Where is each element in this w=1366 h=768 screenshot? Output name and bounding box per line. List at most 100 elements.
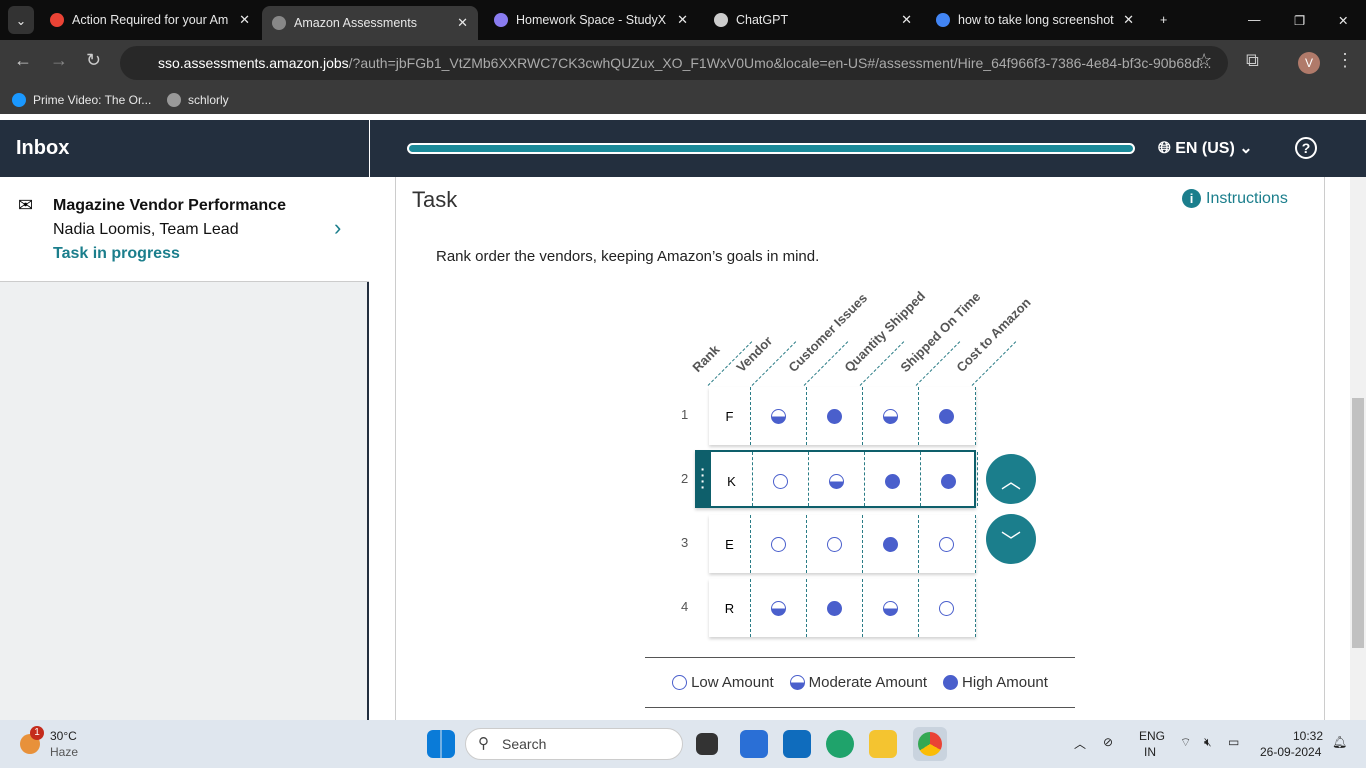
- info-icon: i: [1182, 189, 1201, 208]
- tab-title: how to take long screenshot: [958, 13, 1114, 27]
- outlook-icon[interactable]: [783, 730, 811, 758]
- inbox-item-title: Magazine Vendor Performance: [53, 197, 286, 214]
- rating-cell: [750, 579, 806, 637]
- moderate-amount-icon: [770, 408, 786, 424]
- tab-title: Action Required for your Am: [72, 13, 229, 27]
- vendor-name: R: [724, 600, 735, 616]
- taskbar-search[interactable]: ⚲ Search: [465, 728, 683, 760]
- vendor-name: F: [725, 408, 734, 424]
- help-button[interactable]: ?: [1295, 137, 1317, 159]
- weather-temp[interactable]: 30°C: [50, 729, 77, 743]
- legend-label: Moderate Amount: [808, 674, 928, 691]
- extensions-icon[interactable]: ⧉: [1246, 50, 1259, 71]
- windows-taskbar: 1 30°C Haze ⚲ Search ︿ ⊘ ENG IN ⌔ 🔇︎ ▭ 10…: [0, 720, 1366, 768]
- chatgpt-icon: [714, 13, 728, 27]
- bookmark-schlorly[interactable]: schlorly: [188, 93, 229, 107]
- assessment-header: 🌐︎ EN (US) ⌄ ?: [370, 120, 1366, 177]
- clock-time[interactable]: 10:32: [1293, 729, 1323, 743]
- file-explorer-icon[interactable]: [869, 730, 897, 758]
- moderate-amount-icon: [882, 408, 898, 424]
- windows-start-icon[interactable]: [427, 730, 455, 758]
- instructions-link[interactable]: i Instructions: [1182, 189, 1288, 208]
- prime-video-icon: [12, 93, 26, 107]
- browser-tab-bar: ⌄ Action Required for your Am ✕ Amazon Ass…: [0, 0, 1366, 40]
- input-region: IN: [1144, 745, 1156, 759]
- menu-icon[interactable]: ⋮: [1336, 50, 1354, 71]
- vendor-row[interactable]: E: [709, 515, 976, 573]
- inbox-item[interactable]: ✉ Magazine Vendor Performance Nadia Loom…: [0, 177, 369, 282]
- low-amount-icon: [770, 536, 786, 552]
- forward-icon[interactable]: →: [50, 50, 68, 71]
- new-tab-button[interactable]: +: [1150, 6, 1177, 34]
- rating-cell: [752, 452, 808, 510]
- envelope-icon: ✉: [18, 195, 34, 215]
- clock-date: 26-09-2024: [1260, 745, 1322, 759]
- edge-icon[interactable]: [826, 730, 854, 758]
- scrollbar-thumb[interactable]: [1352, 398, 1364, 648]
- close-tab-icon[interactable]: ✕: [901, 12, 912, 28]
- rating-cell: [862, 387, 918, 445]
- input-language[interactable]: ENG: [1139, 729, 1165, 743]
- wifi-icon[interactable]: ⌔: [1180, 735, 1191, 750]
- network-error-icon[interactable]: ⊘: [1103, 735, 1113, 749]
- low-amount-icon: [772, 473, 788, 489]
- rating-cell: [750, 387, 806, 445]
- tab-search-button[interactable]: ⌄: [8, 6, 34, 34]
- bookmark-prime-video[interactable]: Prime Video: The Or...: [33, 93, 151, 107]
- move-down-button[interactable]: ﹀: [986, 514, 1036, 564]
- browser-tab[interactable]: how to take long screenshot ✕: [926, 6, 1144, 34]
- high-amount-icon: [882, 536, 898, 552]
- rating-cell: [918, 387, 974, 445]
- move-up-button[interactable]: ︿: [986, 454, 1036, 504]
- low-amount-icon: [672, 675, 688, 690]
- vendor-name: K: [727, 473, 736, 489]
- url-host: sso.assessments.amazon.jobs: [158, 55, 349, 71]
- moderate-amount-icon: [882, 600, 898, 616]
- browser-tab[interactable]: Homework Space - StudyX ✕: [484, 6, 698, 34]
- battery-icon[interactable]: ▭: [1228, 735, 1239, 749]
- store-icon[interactable]: [740, 730, 768, 758]
- profile-avatar[interactable]: V: [1298, 52, 1320, 74]
- close-tab-icon[interactable]: ✕: [239, 12, 250, 28]
- inbox-item-sender: Nadia Loomis, Team Lead: [53, 221, 239, 238]
- vendor-name: E: [725, 536, 734, 552]
- browser-tab[interactable]: ChatGPT ✕: [704, 6, 922, 34]
- task-view-icon[interactable]: [696, 733, 718, 755]
- back-icon[interactable]: ←: [14, 50, 32, 71]
- chevron-right-icon: ›: [334, 215, 342, 240]
- vendor-row[interactable]: R: [709, 579, 976, 637]
- browser-tab[interactable]: Amazon Assessments ✕: [262, 6, 478, 40]
- show-hidden-icons[interactable]: ︿: [1074, 735, 1086, 752]
- maximize-button[interactable]: ❐: [1284, 6, 1315, 34]
- browser-tab[interactable]: Action Required for your Am ✕: [40, 6, 260, 34]
- legend-item: High Amount: [943, 674, 1048, 691]
- volume-muted-icon[interactable]: 🔇︎: [1204, 735, 1212, 750]
- vendor-row[interactable]: · · · · K: [695, 450, 978, 510]
- close-tab-icon[interactable]: ✕: [457, 15, 468, 31]
- bookmark-star-icon[interactable]: ☆: [1196, 50, 1212, 71]
- close-tab-icon[interactable]: ✕: [677, 12, 688, 28]
- globe-icon: [167, 93, 181, 107]
- legend-item: Low Amount: [672, 674, 774, 691]
- column-divider: [975, 579, 976, 637]
- task-prompt: Rank order the vendors, keeping Amazon’s…: [436, 248, 820, 265]
- rating-cell: [864, 452, 920, 510]
- google-icon: [936, 13, 950, 27]
- url-input[interactable]: sso.assessments.amazon.jobs/?auth=jbFGb1…: [120, 46, 1228, 80]
- notifications-icon[interactable]: 🔔︎: [1332, 735, 1347, 749]
- reload-icon[interactable]: ↻: [86, 50, 101, 71]
- close-window-button[interactable]: ✕: [1328, 6, 1358, 34]
- close-tab-icon[interactable]: ✕: [1123, 12, 1134, 28]
- high-amount-icon: [943, 675, 959, 690]
- address-bar-row: ← → ↻ sso.assessments.amazon.jobs/?auth=…: [0, 40, 1366, 86]
- column-divider: [975, 515, 976, 573]
- studyx-icon: [494, 13, 508, 27]
- language-selector[interactable]: 🌐︎ EN (US) ⌄: [1158, 138, 1253, 158]
- minimize-button[interactable]: —: [1238, 6, 1271, 34]
- weather-desc: Haze: [50, 745, 79, 759]
- drag-handle[interactable]: · · · ·: [695, 450, 711, 508]
- column-divider: [977, 452, 978, 506]
- weather-badge: 1: [30, 726, 44, 740]
- vendor-row[interactable]: F: [709, 387, 976, 445]
- chrome-icon[interactable]: [913, 727, 947, 761]
